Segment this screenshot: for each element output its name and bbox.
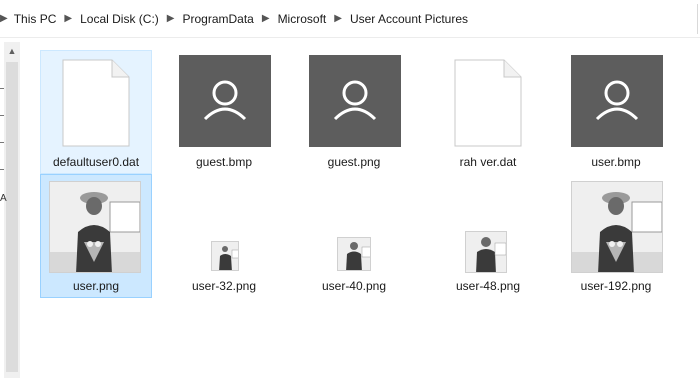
file-name: guest.png [327,155,381,169]
file-name: user-192.png [580,279,652,293]
file-item-defaultuser0-dat[interactable]: defaultuser0.dat [40,50,152,174]
photo-thumbnail [49,181,141,273]
file-name: user.bmp [591,155,641,169]
user-placeholder-icon [309,55,401,147]
file-item-guest-png[interactable]: guest.png [298,50,410,174]
photo-thumbnail [465,231,507,273]
photo-thumbnail [337,237,371,271]
chevron-right-icon[interactable]: ▶ [0,13,8,24]
photo-thumbnail [211,241,239,271]
nav-item-label[interactable]: A [0,193,7,204]
file-name: user-32.png [191,279,257,293]
file-item-user-png[interactable]: user.png [40,174,152,298]
file-item-rah-ver-dat[interactable]: rah ver.dat [432,50,544,174]
chevron-right-icon[interactable]: ▶ [334,13,342,24]
file-item-user-32-png[interactable]: user-32.png [168,174,280,298]
chevron-right-icon[interactable]: ▶ [262,13,270,24]
file-name: user-48.png [455,279,521,293]
scrollbar-thumb[interactable] [6,62,18,372]
file-item-user-192-png[interactable]: user-192.png [560,174,672,298]
file-name: guest.bmp [195,155,253,169]
document-icon [454,59,522,147]
file-name: user-40.png [321,279,387,293]
scroll-up-icon[interactable]: ▲ [4,44,20,58]
nav-tree-lines [0,88,4,196]
navigation-pane: ▲ A [0,38,22,381]
breadcrumb-item-this-pc[interactable]: This PC [14,12,57,26]
user-placeholder-icon [179,55,271,147]
breadcrumb-item-local-disk[interactable]: Local Disk (C:) [80,12,159,26]
address-bar[interactable]: ▶ This PC ▶ Local Disk (C:) ▶ ProgramDat… [0,0,700,38]
file-name: defaultuser0.dat [52,155,140,169]
file-item-user-40-png[interactable]: user-40.png [298,174,410,298]
user-placeholder-icon [571,55,663,147]
document-icon [62,59,130,147]
breadcrumb-item-microsoft[interactable]: Microsoft [278,12,327,26]
nav-scrollbar[interactable]: ▲ [4,42,20,378]
file-item-user-bmp[interactable]: user.bmp [560,50,672,174]
chevron-right-icon[interactable]: ▶ [167,13,175,24]
file-name: rah ver.dat [459,155,517,169]
file-item-guest-bmp[interactable]: guest.bmp [168,50,280,174]
file-name: user.png [72,279,120,293]
photo-thumbnail [571,181,663,273]
breadcrumb: ▶ This PC ▶ Local Disk (C:) ▶ ProgramDat… [0,0,468,38]
chevron-right-icon[interactable]: ▶ [64,13,72,24]
file-item-user-48-png[interactable]: user-48.png [432,174,544,298]
breadcrumb-item-programdata[interactable]: ProgramData [182,12,253,26]
breadcrumb-item-user-account-pictures[interactable]: User Account Pictures [350,12,468,26]
